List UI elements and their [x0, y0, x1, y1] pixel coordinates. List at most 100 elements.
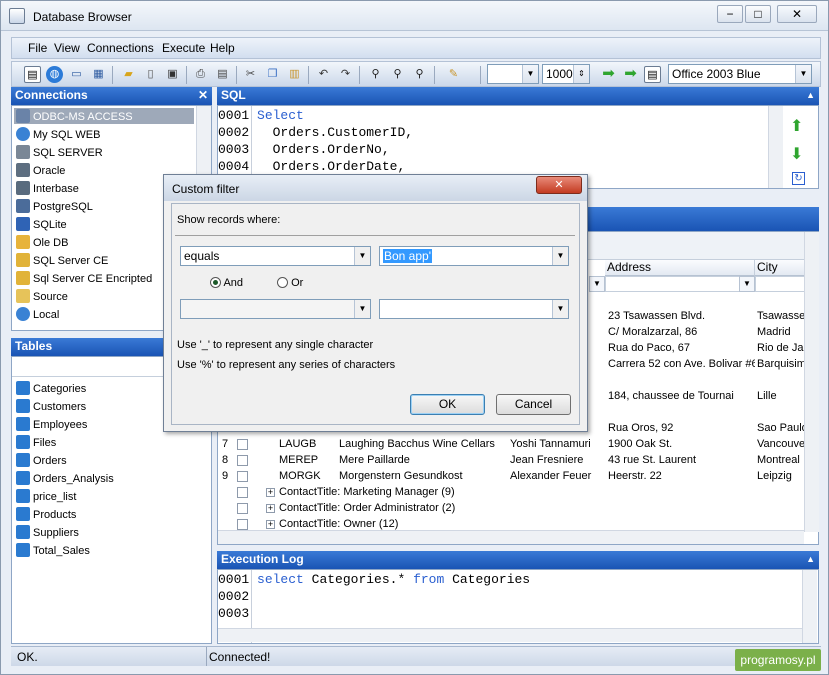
save-icon[interactable]: ▣ — [164, 66, 181, 83]
chevron-down-icon[interactable]: ▼ — [589, 276, 605, 292]
move-down-icon[interactable]: ⬇ — [790, 144, 803, 164]
connection-item[interactable]: PostgreSQL — [16, 199, 93, 214]
chevron-down-icon[interactable]: ▼ — [552, 300, 568, 318]
undo-icon[interactable]: ↶ — [315, 66, 332, 83]
expand-icon[interactable]: + — [266, 488, 275, 497]
connection-item[interactable]: My SQL WEB — [16, 127, 100, 142]
close-button[interactable]: ✕ — [777, 5, 817, 23]
table-item[interactable]: Products — [16, 507, 76, 522]
address-filter-cell[interactable] — [605, 276, 755, 292]
find-next-icon[interactable]: ⚲ — [389, 66, 406, 83]
value-combo-1[interactable]: Bon app' ▼ — [379, 246, 569, 266]
expand-icon[interactable]: + — [266, 504, 275, 513]
connection-item[interactable]: Ole DB — [16, 235, 68, 250]
table-item[interactable]: Orders_Analysis — [16, 471, 114, 486]
group-checkbox[interactable] — [237, 503, 248, 514]
theme-combo[interactable]: Office 2003 Blue ▼ — [668, 64, 812, 84]
connection-item[interactable]: SQL Server CE — [16, 253, 108, 268]
log-horizontal-scrollbar[interactable] — [218, 628, 802, 642]
move-up-icon[interactable]: ⬆ — [790, 116, 803, 136]
sql-scrollbar[interactable] — [768, 106, 783, 188]
cut-icon[interactable]: ✂ — [242, 66, 259, 83]
globe-icon[interactable]: ◍ — [46, 66, 63, 83]
chevron-down-icon[interactable]: ▼ — [552, 247, 568, 265]
sql-script-icon[interactable]: ▤ — [644, 66, 661, 83]
table-item[interactable]: Total_Sales — [16, 543, 90, 558]
connection-item[interactable]: SQLite — [16, 217, 67, 232]
run-icon[interactable]: ➡ — [600, 66, 617, 83]
column-header-city[interactable]: City — [755, 260, 805, 276]
paste-icon[interactable]: ▥ — [286, 66, 303, 83]
new-file-icon[interactable]: ▯ — [142, 66, 159, 83]
row-checkbox[interactable] — [237, 455, 248, 466]
group-row[interactable]: + ContactTitle: Marketing Manager (9) — [266, 485, 566, 500]
city-filter-cell[interactable] — [755, 276, 805, 292]
sql-icon[interactable]: ▤ — [24, 66, 41, 83]
operator-combo-2[interactable]: ▼ — [180, 299, 371, 319]
expand-icon[interactable]: + — [266, 520, 275, 529]
filter-combo[interactable]: ▼ — [487, 64, 539, 84]
chevron-down-icon[interactable]: ▼ — [795, 65, 811, 83]
ok-button[interactable]: OK — [410, 394, 485, 415]
minimize-button[interactable]: − — [717, 5, 743, 23]
comment-icon[interactable]: ▭ — [68, 66, 85, 83]
menu-help[interactable]: Help — [210, 41, 235, 55]
value-combo-2[interactable]: ▼ — [379, 299, 569, 319]
connection-item[interactable]: Interbase — [16, 181, 79, 196]
grid-icon[interactable]: ▦ — [90, 66, 107, 83]
print-icon[interactable]: ⎙ — [192, 66, 209, 83]
limit-spinner[interactable]: 1000 ⇕ — [542, 64, 590, 84]
chevron-down-icon[interactable]: ▼ — [354, 247, 370, 265]
dialog-close-button[interactable]: ✕ — [536, 176, 582, 194]
log-vertical-scrollbar[interactable] — [802, 570, 817, 643]
edit-icon[interactable]: ✎ — [445, 66, 462, 83]
run-all-icon[interactable]: ➡ — [622, 66, 639, 83]
or-radio[interactable]: Or — [277, 277, 303, 289]
table-item[interactable]: Orders — [16, 453, 67, 468]
chevron-down-icon[interactable]: ▼ — [739, 276, 755, 292]
collapse-icon[interactable]: ▲ — [806, 551, 815, 568]
connection-item[interactable]: Local — [16, 307, 59, 322]
table-item[interactable]: Customers — [16, 399, 86, 414]
row-checkbox[interactable] — [237, 439, 248, 450]
operator-combo-1[interactable]: equals ▼ — [180, 246, 371, 266]
spinner-icon[interactable]: ⇕ — [573, 65, 589, 83]
connection-item[interactable]: SQL SERVER — [16, 145, 103, 160]
and-radio[interactable]: And — [210, 277, 243, 289]
table-item[interactable]: Categories — [16, 381, 86, 396]
table-item[interactable]: price_list — [16, 489, 76, 504]
redo-icon[interactable]: ↷ — [337, 66, 354, 83]
grid-horizontal-scrollbar[interactable] — [218, 530, 804, 544]
close-icon[interactable]: ✕ — [198, 87, 208, 104]
connection-item[interactable]: Source — [16, 289, 68, 304]
table-item[interactable]: Files — [16, 435, 56, 450]
find-icon[interactable]: ⚲ — [367, 66, 384, 83]
connection-item[interactable]: ODBC-MS ACCESS — [16, 109, 133, 124]
chevron-down-icon[interactable]: ▼ — [522, 65, 538, 83]
column-header-address[interactable]: Address — [605, 260, 755, 276]
cancel-button[interactable]: Cancel — [496, 394, 571, 415]
connection-item[interactable]: Oracle — [16, 163, 65, 178]
table-item[interactable]: Suppliers — [16, 525, 79, 540]
execution-log[interactable]: 0001 select Categories.* from Categories… — [217, 569, 819, 644]
maximize-button[interactable]: □ — [745, 5, 771, 23]
table-item[interactable]: Employees — [16, 417, 87, 432]
sql-keyword: from — [413, 572, 445, 587]
menu-view[interactable]: View — [54, 41, 80, 55]
row-checkbox[interactable] — [237, 471, 248, 482]
group-checkbox[interactable] — [237, 487, 248, 498]
open-folder-icon[interactable]: ▰ — [120, 66, 137, 83]
replace-icon[interactable]: ⚲ — [411, 66, 428, 83]
collapse-icon[interactable]: ▲ — [806, 87, 815, 104]
connection-item[interactable]: Sql Server CE Encripted — [16, 271, 152, 286]
menu-connections[interactable]: Connections — [87, 41, 154, 55]
copy-icon[interactable]: ❐ — [264, 66, 281, 83]
print-preview-icon[interactable]: ▤ — [214, 66, 231, 83]
menu-file[interactable]: File — [28, 41, 47, 55]
grid-vertical-scrollbar[interactable] — [804, 232, 819, 532]
group-checkbox[interactable] — [237, 519, 248, 530]
chevron-down-icon[interactable]: ▼ — [354, 300, 370, 318]
refresh-icon[interactable]: ↻ — [792, 172, 805, 185]
menu-execute[interactable]: Execute — [162, 41, 205, 55]
group-row[interactable]: + ContactTitle: Order Administrator (2) — [266, 501, 566, 516]
